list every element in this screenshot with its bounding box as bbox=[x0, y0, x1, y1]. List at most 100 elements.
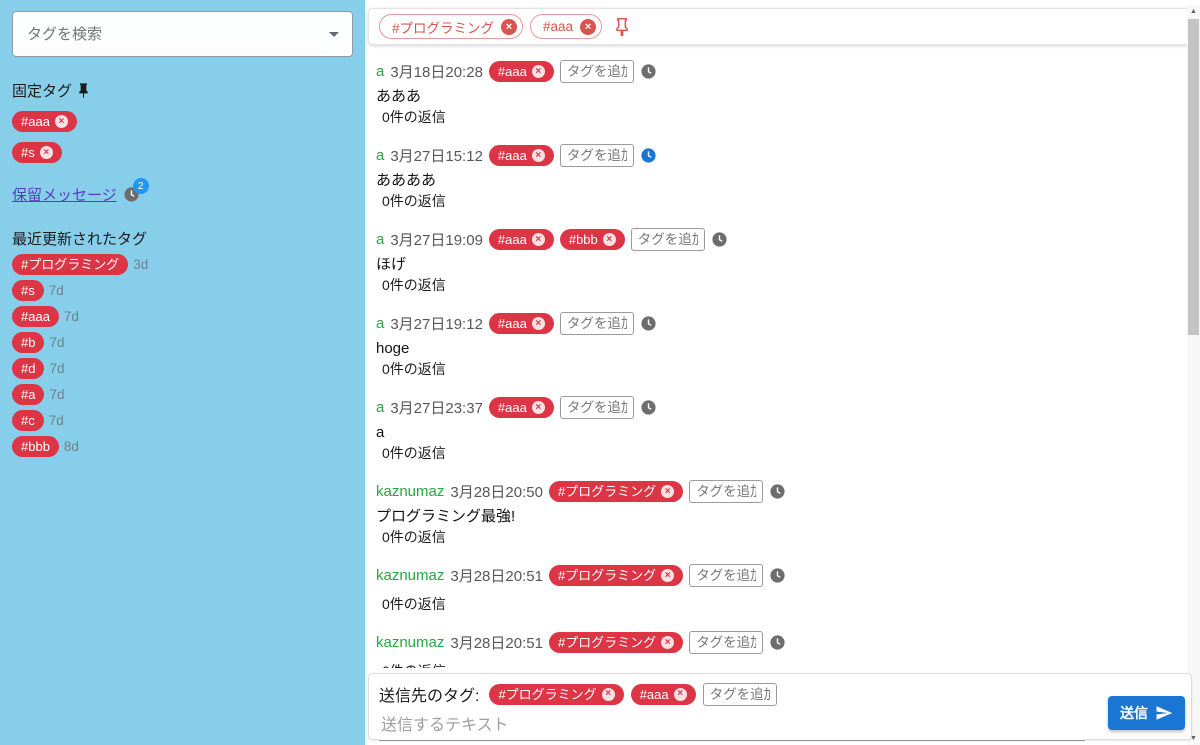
close-icon[interactable]: × bbox=[532, 401, 545, 414]
message-tag-pill[interactable]: #aaa × bbox=[489, 145, 554, 166]
close-icon[interactable]: × bbox=[532, 317, 545, 330]
message-header: a 3月27日15:12 #aaa × bbox=[376, 144, 1172, 167]
send-button[interactable]: 送信 bbox=[1108, 696, 1185, 730]
pinned-tag-row: #aaa × bbox=[12, 111, 353, 132]
compose-text-input[interactable] bbox=[379, 715, 1085, 741]
pinned-tags-heading: 固定タグ bbox=[12, 80, 353, 101]
schedule-button[interactable] bbox=[640, 315, 657, 332]
compose-add-tag-input[interactable] bbox=[703, 683, 777, 706]
tag-pill[interactable]: #aaa bbox=[12, 306, 59, 327]
close-icon[interactable]: × bbox=[532, 233, 545, 246]
clock-icon bbox=[769, 483, 786, 500]
tag-pill[interactable]: #c bbox=[12, 410, 44, 431]
close-icon[interactable]: × bbox=[603, 233, 616, 246]
add-tag-input[interactable] bbox=[689, 631, 763, 654]
message-tag-pill[interactable]: #プログラミング × bbox=[549, 481, 683, 502]
message-tag-pill[interactable]: #aaa × bbox=[489, 61, 554, 82]
tag-pill-label: #aaa bbox=[498, 317, 527, 330]
add-tag-input[interactable] bbox=[560, 144, 634, 167]
message-tag-pill[interactable]: #プログラミング × bbox=[549, 565, 683, 586]
message-replies-link[interactable]: 0件の返信 bbox=[376, 594, 1172, 615]
held-count-badge: 2 bbox=[133, 178, 149, 194]
add-tag-input[interactable] bbox=[560, 396, 634, 419]
schedule-button[interactable] bbox=[711, 231, 728, 248]
add-tag-input[interactable] bbox=[631, 228, 705, 251]
clock-icon bbox=[769, 634, 786, 651]
tag-pill[interactable]: #aaa × bbox=[12, 111, 77, 132]
message-replies-link[interactable]: 0件の返信 bbox=[376, 359, 1172, 380]
tag-age-label: 8d bbox=[64, 439, 79, 454]
schedule-button[interactable] bbox=[769, 634, 786, 651]
filter-tag-label: #プログラミング bbox=[392, 17, 494, 37]
close-icon[interactable]: × bbox=[501, 19, 517, 35]
chevron-down-icon[interactable] bbox=[329, 32, 339, 37]
message-tag-pill[interactable]: #bbb × bbox=[560, 229, 625, 250]
tag-pill[interactable]: #プログラミング bbox=[12, 254, 128, 275]
message-username: a bbox=[376, 231, 384, 248]
message-body: ほげ bbox=[376, 254, 1172, 275]
tag-pill[interactable]: #s × bbox=[12, 142, 62, 163]
message-replies-link[interactable]: 0件の返信 bbox=[376, 527, 1172, 548]
tag-search-input[interactable] bbox=[13, 26, 352, 43]
held-messages-link[interactable]: 保留メッセージ bbox=[12, 184, 117, 205]
message-item: kaznumaz 3月28日20:51 #プログラミング × bbox=[376, 631, 1172, 668]
close-icon[interactable]: × bbox=[661, 636, 674, 649]
add-tag-input[interactable] bbox=[560, 312, 634, 335]
compose-tag-pill[interactable]: #プログラミング × bbox=[489, 684, 623, 705]
tag-search-combobox[interactable] bbox=[12, 11, 353, 57]
recent-tag-row: #プログラミング 3d bbox=[12, 254, 353, 275]
tag-pill-label: #aaa bbox=[21, 115, 50, 128]
filter-tag-pill[interactable]: #プログラミング × bbox=[379, 14, 523, 39]
close-icon[interactable]: × bbox=[40, 146, 53, 159]
add-tag-input[interactable] bbox=[689, 564, 763, 587]
close-icon[interactable]: × bbox=[532, 149, 545, 162]
scrollbar-up-arrow[interactable]: ▲ bbox=[1187, 5, 1200, 18]
message-replies-link[interactable]: 0件の返信 bbox=[376, 661, 1172, 668]
schedule-button[interactable] bbox=[769, 567, 786, 584]
send-button-label: 送信 bbox=[1120, 703, 1148, 723]
message-item: a 3月27日19:09 #aaa × #bbb × bbox=[376, 228, 1172, 296]
message-tag-pill[interactable]: #aaa × bbox=[489, 313, 554, 334]
close-icon[interactable]: × bbox=[661, 569, 674, 582]
schedule-button[interactable] bbox=[640, 147, 657, 164]
message-item: a 3月18日20:28 #aaa × あああ bbox=[376, 60, 1172, 128]
scrollbar[interactable]: ▲ ▼ bbox=[1187, 5, 1200, 745]
send-icon bbox=[1155, 704, 1173, 722]
schedule-button[interactable] bbox=[640, 399, 657, 416]
tag-pill-label: #aaa bbox=[498, 149, 527, 162]
message-username: a bbox=[376, 63, 384, 80]
tag-pill[interactable]: #b bbox=[12, 332, 44, 353]
message-tag-pill[interactable]: #プログラミング × bbox=[549, 632, 683, 653]
close-icon[interactable]: × bbox=[661, 485, 674, 498]
close-icon[interactable]: × bbox=[602, 688, 615, 701]
schedule-button[interactable] bbox=[640, 63, 657, 80]
message-username: a bbox=[376, 399, 384, 416]
tag-pill[interactable]: #bbb bbox=[12, 436, 59, 457]
message-replies-link[interactable]: 0件の返信 bbox=[376, 275, 1172, 296]
close-icon[interactable]: × bbox=[55, 115, 68, 128]
close-icon[interactable]: × bbox=[580, 19, 596, 35]
message-replies-link[interactable]: 0件の返信 bbox=[376, 191, 1172, 212]
tag-pill[interactable]: #d bbox=[12, 358, 44, 379]
add-tag-input[interactable] bbox=[560, 60, 634, 83]
close-icon[interactable]: × bbox=[674, 688, 687, 701]
message-tag-pill[interactable]: #aaa × bbox=[489, 397, 554, 418]
message-header: kaznumaz 3月28日20:50 #プログラミング × bbox=[376, 480, 1172, 503]
message-replies-link[interactable]: 0件の返信 bbox=[376, 443, 1172, 464]
schedule-button[interactable] bbox=[769, 483, 786, 500]
tag-pill-label: #aaa bbox=[498, 65, 527, 78]
tag-age-label: 7d bbox=[49, 335, 64, 350]
tag-pill-label: #aaa bbox=[640, 688, 669, 701]
scrollbar-thumb[interactable] bbox=[1188, 19, 1199, 335]
add-tag-input[interactable] bbox=[689, 480, 763, 503]
message-replies-link[interactable]: 0件の返信 bbox=[376, 107, 1172, 128]
tag-pill[interactable]: #s bbox=[12, 280, 44, 301]
recent-tag-row: #a 7d bbox=[12, 384, 353, 405]
pin-filter-icon[interactable] bbox=[612, 17, 632, 37]
tag-pill[interactable]: #a bbox=[12, 384, 44, 405]
filter-tag-pill[interactable]: #aaa × bbox=[530, 14, 602, 39]
close-icon[interactable]: × bbox=[532, 65, 545, 78]
compose-tag-pill[interactable]: #aaa × bbox=[631, 684, 696, 705]
recent-tags-heading: 最近更新されたタグ bbox=[12, 228, 353, 249]
message-tag-pill[interactable]: #aaa × bbox=[489, 229, 554, 250]
